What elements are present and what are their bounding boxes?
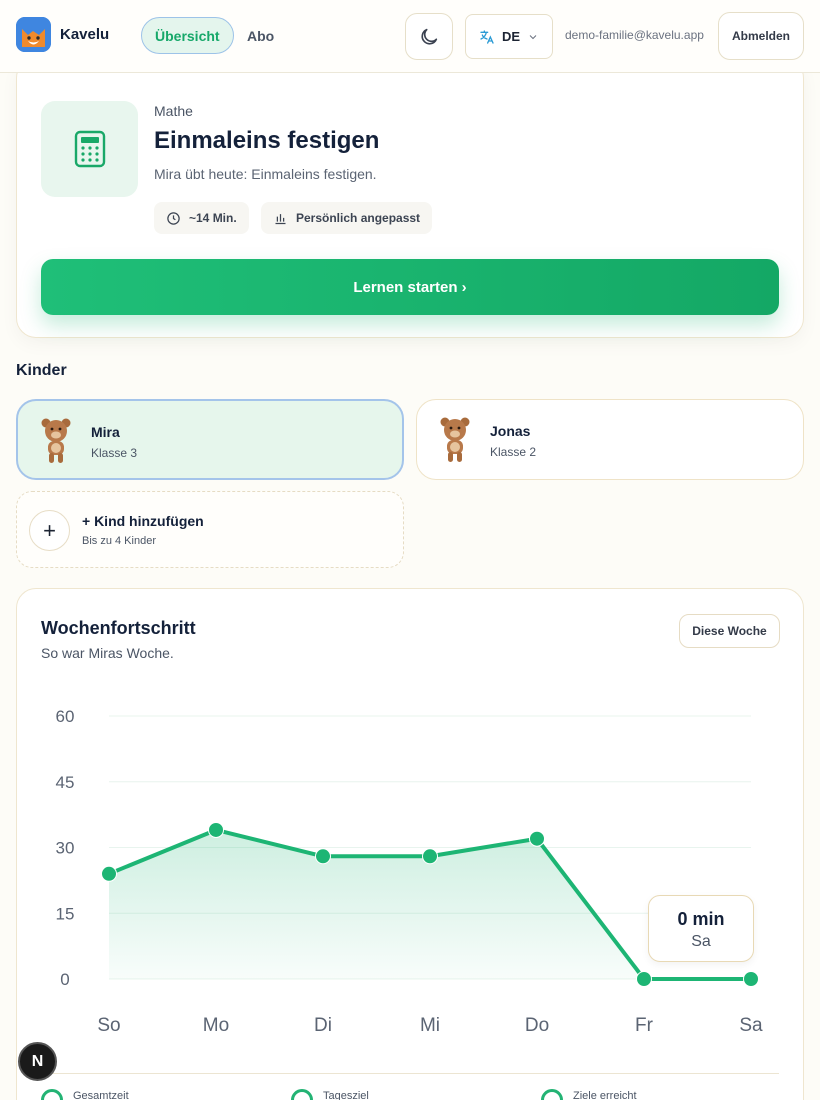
data-point[interactable] xyxy=(422,848,438,865)
x-tick-label: Di xyxy=(314,1015,332,1036)
bear-avatar-icon xyxy=(440,417,470,462)
plus-icon: + xyxy=(29,510,70,551)
x-tick-label: Sa xyxy=(739,1015,763,1036)
start-learning-button[interactable]: Lernen starten › xyxy=(41,259,779,315)
child-grade: Klasse 3 xyxy=(91,446,138,460)
dev-tools-badge[interactable]: N xyxy=(18,1042,57,1081)
stat-goals-reached: Ziele erreicht xyxy=(541,1089,637,1100)
stats-divider xyxy=(41,1073,779,1074)
y-tick-label: 15 xyxy=(56,904,75,923)
add-child-subtitle: Bis zu 4 Kinder xyxy=(82,535,156,547)
bar-chart-icon xyxy=(275,213,286,224)
child-card-jonas[interactable]: Jonas Klasse 2 xyxy=(416,399,804,480)
stat-daily-goal: Tagesziel xyxy=(291,1089,369,1100)
theme-toggle-button[interactable] xyxy=(405,13,453,60)
stat-label: Gesamtzeit xyxy=(73,1090,129,1100)
x-tick-label: Mi xyxy=(420,1015,440,1036)
top-navigation-bar: Kavelu Übersicht Abo DE demo-familie@kav… xyxy=(0,0,820,73)
lesson-description: Mira übt heute: Einmaleins festigen. xyxy=(154,166,377,182)
add-child-title: + Kind hinzufügen xyxy=(82,513,204,529)
clock-icon xyxy=(167,211,180,225)
y-tick-label: 0 xyxy=(60,970,69,989)
y-tick-label: 45 xyxy=(56,773,75,792)
children-section-title: Kinder xyxy=(16,362,67,379)
nav-tab-overview[interactable]: Übersicht xyxy=(141,17,234,54)
x-tick-label: Fr xyxy=(635,1015,654,1036)
data-point[interactable] xyxy=(529,830,545,847)
chart-tooltip: 0 min Sa xyxy=(648,895,754,962)
stat-total-time: Gesamtzeit xyxy=(41,1089,129,1100)
lesson-card: Mathe Einmaleins festigen Mira übt heute… xyxy=(16,58,804,338)
duration-label: ~14 Min. xyxy=(189,211,237,225)
y-tick-label: 60 xyxy=(56,707,75,726)
duration-chip: ~14 Min. xyxy=(154,202,249,234)
fox-logo-icon xyxy=(16,17,51,52)
x-tick-label: Mo xyxy=(203,1015,229,1036)
x-tick-label: So xyxy=(97,1015,120,1036)
tooltip-value: 0 min xyxy=(677,909,725,929)
calculator-icon xyxy=(74,130,105,168)
y-tick-label: 30 xyxy=(56,839,75,858)
stat-label: Tagesziel xyxy=(323,1090,369,1100)
stat-ring-icon xyxy=(541,1089,563,1100)
child-grade: Klasse 2 xyxy=(490,445,537,459)
lesson-title: Einmaleins festigen xyxy=(154,127,380,154)
x-tick-label: Do xyxy=(525,1015,549,1036)
nav-tab-subscription[interactable]: Abo xyxy=(234,17,287,54)
brand[interactable]: Kavelu xyxy=(16,17,109,52)
data-point[interactable] xyxy=(743,971,759,987)
translate-icon xyxy=(480,29,494,44)
adaptive-label: Persönlich angepasst xyxy=(296,211,421,225)
add-child-card[interactable]: + + Kind hinzufügen Bis zu 4 Kinder xyxy=(16,491,404,568)
adaptive-chip: Persönlich angepasst xyxy=(261,202,433,234)
weekly-progress-chart: 60 45 30 15 0 So Mo Di Mi Do Fr Sa xyxy=(56,707,764,1036)
lesson-icon-box xyxy=(41,101,138,197)
brand-name: Kavelu xyxy=(60,26,110,43)
lesson-subject: Mathe xyxy=(154,103,193,119)
language-select[interactable]: DE xyxy=(465,14,553,59)
data-point[interactable] xyxy=(636,971,652,987)
data-point[interactable] xyxy=(315,848,331,865)
weekly-progress-card: Wochenfortschritt So war Miras Woche. Di… xyxy=(16,588,804,1100)
bear-avatar-icon xyxy=(41,418,71,463)
data-point[interactable] xyxy=(101,865,117,882)
account-email: demo-familie@kavelu.app xyxy=(565,28,704,42)
child-name: Mira xyxy=(91,424,120,440)
logout-button[interactable]: Abmelden xyxy=(718,12,804,60)
child-name: Jonas xyxy=(490,423,531,439)
language-value: DE xyxy=(502,29,521,44)
stat-label: Ziele erreicht xyxy=(573,1090,637,1100)
moon-icon xyxy=(421,28,438,45)
stat-ring-icon xyxy=(41,1089,63,1100)
chevron-down-icon xyxy=(529,34,537,39)
child-card-mira[interactable]: Mira Klasse 3 xyxy=(16,399,404,480)
stat-ring-icon xyxy=(291,1089,313,1100)
tooltip-day: Sa xyxy=(691,933,711,950)
data-point[interactable] xyxy=(208,821,224,838)
